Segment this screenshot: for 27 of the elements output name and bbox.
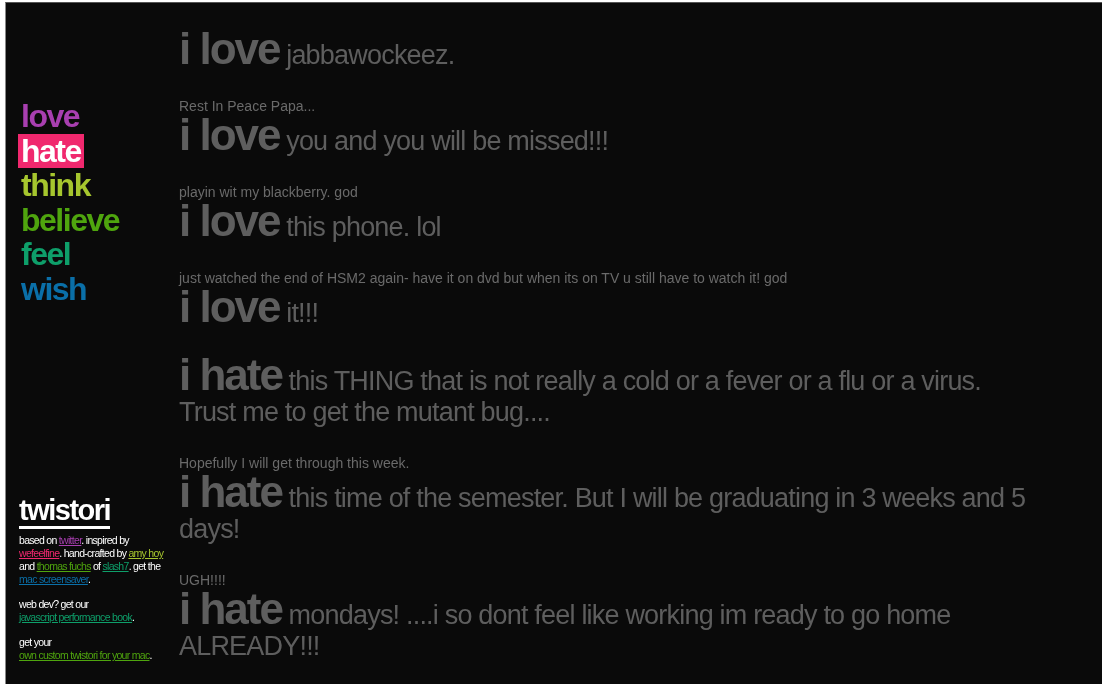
tweet-text: i hate mondays! ....i so dont feel like working im ready to go home ALREADY!!!	[179, 589, 952, 662]
tweet-text: i love it!!!	[179, 287, 319, 329]
feeling-link[interactable]: feel	[18, 237, 74, 272]
feeling-link[interactable]: believe	[18, 202, 122, 237]
context-text: Hopefully I will get through this week.	[179, 454, 411, 472]
credits-text: based on twitter. inspired by wefeelfine. hand-crafted by amy hoy and thomas fuchs of slash7. get the mac screensaver.	[19, 534, 165, 586]
feeling-link[interactable]: think	[18, 168, 93, 203]
context-text: UGH!!!!	[179, 571, 227, 589]
text-link[interactable]: javascript performance book	[19, 611, 132, 623]
tweet-text: i hate this time of the semester. But I will be graduating in 3 weeks and 5 days!	[179, 472, 1027, 545]
tweet-text: i lovejabbawockeez.	[179, 29, 456, 71]
tweet-text: i love you and you will be missed!!!	[179, 115, 610, 157]
feeling-link[interactable]: hate	[18, 133, 84, 168]
context-text: playin wit my blackberry. god	[179, 183, 359, 201]
context-text: Rest In Peace Papa...	[179, 97, 317, 115]
feeling-link[interactable]: love	[18, 99, 83, 134]
credits-text: get your own custom twistori for your mac.	[19, 636, 153, 662]
site-logo: twistori	[19, 495, 111, 529]
text-link[interactable]: amy hoy	[128, 547, 164, 559]
feeling-link[interactable]: wish	[18, 271, 90, 306]
text-link[interactable]: mac screensaver	[19, 573, 88, 585]
tweet-text: i love this phone. lol	[179, 201, 442, 243]
text-link[interactable]: slash7	[102, 560, 129, 572]
text-link[interactable]: thomas fuchs	[36, 560, 91, 572]
credits-text: web dev? get our javascript performance book.	[19, 598, 136, 624]
tweet-text: i hate this THING that is not really a cold or a fever or a flu or a virus. Trust me to get the mutant bug....	[179, 355, 983, 428]
context-text: just watched the end of HSM2 again- have it on dvd but when its on TV u still have to watch it! god	[179, 269, 789, 287]
